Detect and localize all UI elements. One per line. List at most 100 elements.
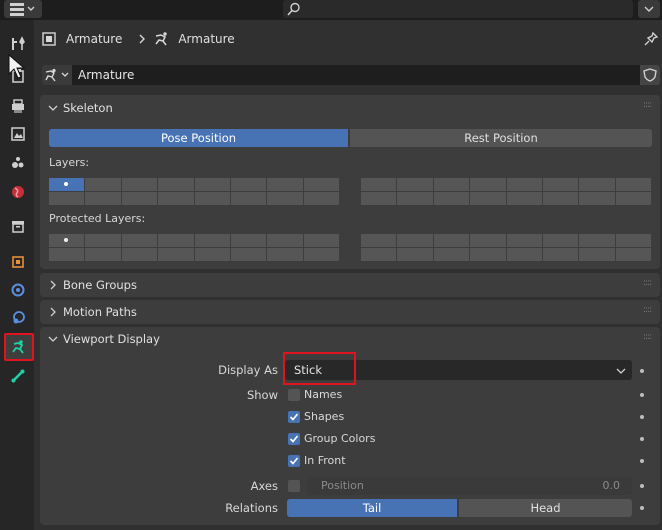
animate-property-dot[interactable]: [640, 393, 644, 397]
layer-toggle[interactable]: [470, 178, 506, 191]
layer-toggle[interactable]: [49, 192, 85, 205]
rest-position-button[interactable]: Rest Position: [350, 129, 652, 147]
axes-checkbox[interactable]: [288, 480, 300, 492]
fake-user-button[interactable]: [640, 65, 660, 85]
drag-grip-icon[interactable]: ::::: [643, 100, 652, 110]
layer-toggle[interactable]: [303, 178, 339, 191]
layer-toggle[interactable]: [303, 192, 339, 205]
armature-data-browse-button[interactable]: [42, 65, 72, 85]
protected-layer-toggle[interactable]: [433, 234, 470, 247]
protected-layer-toggle[interactable]: [579, 234, 615, 247]
search-input[interactable]: [283, 0, 633, 18]
motion-paths-header[interactable]: Motion Paths: [48, 304, 137, 320]
relations-tail-button[interactable]: Tail: [287, 499, 457, 517]
animate-property-dot[interactable]: [640, 459, 644, 463]
axes-position-field[interactable]: Position 0.0: [307, 477, 632, 495]
protected-layer-toggle[interactable]: [267, 248, 303, 261]
drag-grip-icon[interactable]: ::::: [643, 332, 652, 342]
in-front-label[interactable]: In Front: [304, 454, 346, 467]
tab-world[interactable]: [5, 180, 31, 204]
animate-property-dot[interactable]: [640, 437, 644, 441]
protected-layer-toggle[interactable]: [267, 234, 303, 247]
protected-layer-toggle[interactable]: [579, 248, 615, 261]
tab-modifiers[interactable]: [5, 278, 31, 302]
names-checkbox[interactable]: [288, 389, 300, 401]
group-colors-checkbox[interactable]: [288, 433, 300, 445]
layer-toggle[interactable]: [397, 178, 433, 191]
options-dropdown-button[interactable]: [638, 0, 660, 18]
drag-grip-icon[interactable]: ::::: [643, 278, 652, 288]
breadcrumb-object[interactable]: Armature: [66, 32, 122, 46]
layer-toggle[interactable]: [542, 192, 579, 205]
layer-toggle[interactable]: [615, 178, 651, 191]
layer-toggle[interactable]: [158, 178, 194, 191]
tab-output[interactable]: [5, 94, 31, 118]
skeleton-panel-header[interactable]: Skeleton: [48, 100, 113, 116]
protected-layer-toggle[interactable]: [194, 248, 230, 261]
protected-layer-toggle[interactable]: [542, 248, 579, 261]
layer-toggle[interactable]: [121, 192, 158, 205]
drag-grip-icon[interactable]: ::::: [643, 305, 652, 315]
protected-layer-toggle[interactable]: [230, 234, 267, 247]
layer-toggle[interactable]: [506, 178, 542, 191]
protected-layer-toggle[interactable]: [615, 248, 651, 261]
layer-toggle[interactable]: [267, 192, 303, 205]
shapes-checkbox[interactable]: [288, 411, 300, 423]
relations-head-button[interactable]: Head: [459, 499, 632, 517]
protected-layer-toggle[interactable]: [470, 248, 506, 261]
layer-toggle[interactable]: [433, 192, 470, 205]
tab-collection[interactable]: [5, 214, 31, 238]
layer-toggle[interactable]: [615, 192, 651, 205]
protected-layer-toggle[interactable]: [194, 234, 230, 247]
layer-toggle[interactable]: [361, 192, 397, 205]
protected-layer-toggle[interactable]: [158, 248, 194, 261]
layer-toggle[interactable]: [433, 178, 470, 191]
protected-layer-toggle[interactable]: [230, 248, 267, 261]
protected-layer-toggle[interactable]: [303, 248, 339, 261]
protected-layer-toggle[interactable]: [158, 234, 194, 247]
tab-object[interactable]: [5, 250, 31, 274]
protected-layer-toggle[interactable]: [361, 248, 397, 261]
layer-toggle[interactable]: [397, 192, 433, 205]
bone-groups-header[interactable]: Bone Groups: [48, 277, 137, 293]
group-colors-label[interactable]: Group Colors: [304, 432, 375, 445]
protected-layer-toggle[interactable]: [85, 248, 121, 261]
protected-layer-toggle[interactable]: [397, 248, 433, 261]
protected-layer-toggle[interactable]: [506, 234, 542, 247]
layer-toggle[interactable]: [230, 192, 267, 205]
layer-toggle[interactable]: [158, 192, 194, 205]
layer-toggle[interactable]: [506, 192, 542, 205]
protected-layer-toggle[interactable]: [121, 234, 158, 247]
layer-toggle[interactable]: [194, 192, 230, 205]
protected-layer-toggle[interactable]: [303, 234, 339, 247]
protected-layer-toggle[interactable]: [85, 234, 121, 247]
armature-name-input[interactable]: Armature: [72, 65, 640, 85]
breadcrumb-data[interactable]: Armature: [178, 32, 234, 46]
protected-layer-toggle[interactable]: [49, 248, 85, 261]
protected-layer-toggle[interactable]: [506, 248, 542, 261]
shapes-label[interactable]: Shapes: [304, 410, 344, 423]
protected-layer-toggle[interactable]: [615, 234, 651, 247]
protected-layer-toggle[interactable]: [433, 248, 470, 261]
in-front-checkbox[interactable]: [288, 455, 300, 467]
animate-property-dot[interactable]: [640, 415, 644, 419]
pose-position-button[interactable]: Pose Position: [49, 129, 348, 147]
tab-physics[interactable]: [5, 306, 31, 330]
tab-view-layer[interactable]: [5, 122, 31, 146]
layer-toggle[interactable]: [361, 178, 397, 191]
viewport-display-header[interactable]: Viewport Display: [48, 331, 160, 347]
layer-toggle[interactable]: [121, 178, 158, 191]
layer-toggle[interactable]: [267, 178, 303, 191]
animate-property-dot[interactable]: [640, 506, 644, 510]
names-label[interactable]: Names: [304, 388, 342, 401]
protected-layer-toggle[interactable]: [542, 234, 579, 247]
layer-toggle[interactable]: [542, 178, 579, 191]
tab-scene[interactable]: [5, 150, 31, 174]
animate-property-dot[interactable]: [640, 369, 644, 373]
layer-toggle[interactable]: [579, 178, 615, 191]
protected-layer-toggle[interactable]: [361, 234, 397, 247]
editor-type-button[interactable]: [4, 0, 42, 18]
layer-toggle[interactable]: [194, 178, 230, 191]
layer-toggle[interactable]: [85, 178, 121, 191]
layer-toggle[interactable]: [470, 192, 506, 205]
